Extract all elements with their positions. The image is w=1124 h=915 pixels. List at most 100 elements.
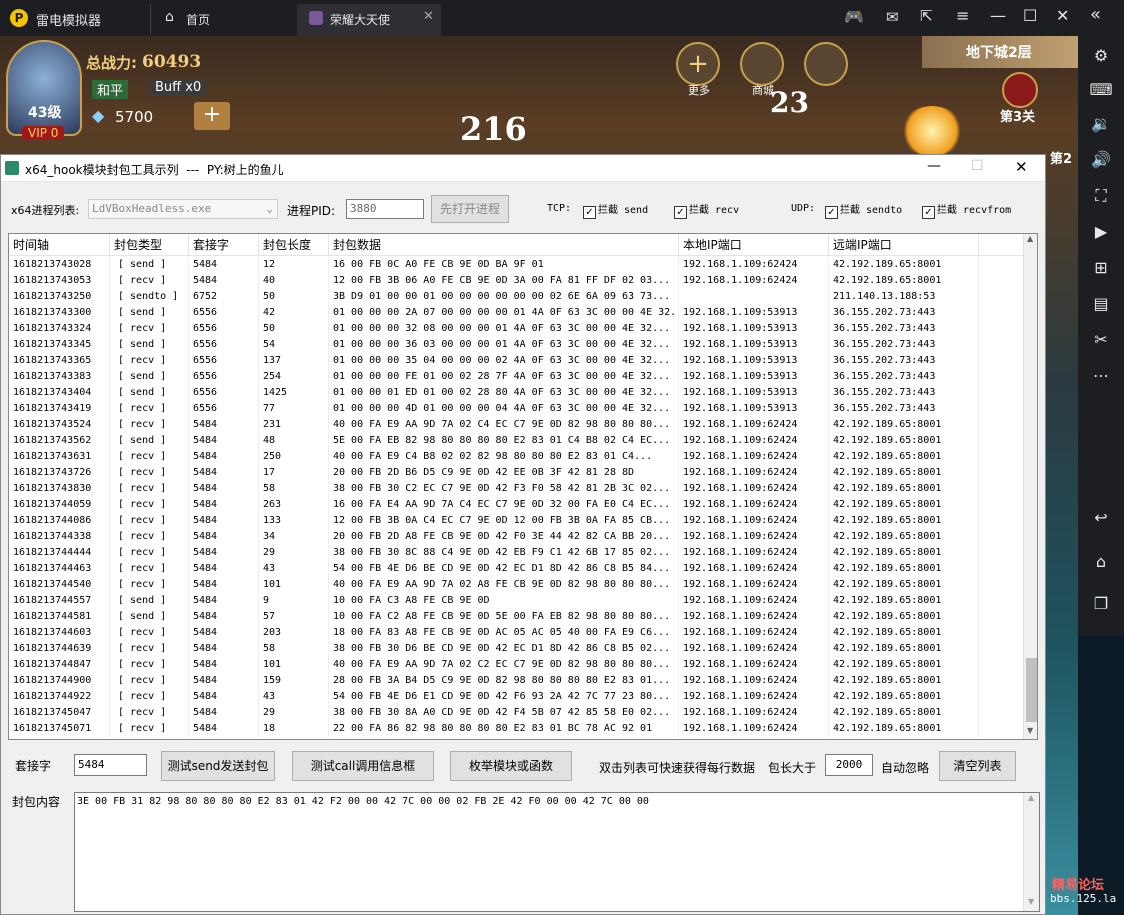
table-row[interactable]: 1618213744603[ recv ] 5484 203 18 00 FA 83 …	[9, 625, 1023, 641]
apk-icon[interactable]: ▤	[1089, 292, 1113, 316]
table-row[interactable]: 1618213745047[ recv ] 5484 29 38 00 FB 30 8…	[9, 705, 1023, 721]
intercept-sendto-checkbox[interactable]: ✓ 拦截 sendto	[825, 201, 902, 219]
table-row[interactable]: 1618213743524[ recv ] 5484 231 40 00 FA E9 …	[9, 417, 1023, 433]
more-options-icon[interactable]: ⋯	[1089, 364, 1113, 388]
table-row[interactable]: 1618213743419[ recv ] 6556 77 01 00 00 00 4…	[9, 401, 1023, 417]
send-packet-button[interactable]: 测试send发送封包	[161, 751, 275, 781]
menu-icon[interactable]: ≡	[956, 6, 969, 25]
table-row[interactable]: 1618213744581[ send ] 5484 57 10 00 FA C2 A…	[9, 609, 1023, 625]
table-row[interactable]: 1618213745071[ recv ] 5484 18 22 00 FA 86 8…	[9, 721, 1023, 737]
table-row[interactable]: 1618213744557[ send ] 5484 9 10 00 FA C3 A8…	[9, 593, 1023, 609]
scissors-icon[interactable]: ✂	[1089, 328, 1113, 352]
vip-badge[interactable]: VIP 0	[22, 126, 65, 140]
scroll-down-icon[interactable]: ▼	[1027, 726, 1033, 735]
call-msgbox-button[interactable]: 测试call调用信息框	[292, 751, 434, 781]
table-row[interactable]: 1618213744444[ recv ] 5484 29 38 00 FB 30 8…	[9, 545, 1023, 561]
back-icon[interactable]: ↩	[1089, 506, 1113, 530]
scroll-up-icon[interactable]: ▲	[1027, 234, 1033, 243]
gamepad-icon[interactable]: 🎮	[844, 7, 864, 26]
home-nav-icon[interactable]: ⌂	[1089, 550, 1113, 574]
add-app-icon[interactable]: ⊞	[1089, 256, 1113, 280]
tool-close-icon[interactable]: ✕	[1015, 158, 1028, 176]
peace-mode[interactable]: 和平	[92, 80, 129, 99]
table-row[interactable]: 1618213743383[ send ] 6556 254 01 00 00 00 …	[9, 369, 1023, 385]
fullscreen-icon[interactable]: ⛶	[1089, 184, 1113, 208]
buff-count[interactable]: Buff x0	[150, 80, 207, 95]
table-row[interactable]: 1618213744900[ recv ] 5484 159 28 00 FB 3A …	[9, 673, 1023, 689]
table-row[interactable]: 1618213744086[ recv ] 5484 133 12 00 FB 3B …	[9, 513, 1023, 529]
volume-down-icon[interactable]: 🔉	[1089, 112, 1113, 136]
table-row[interactable]: 1618213743726[ recv ] 5484 17 20 00 FB 2D B…	[9, 465, 1023, 481]
checkbox-send[interactable]: ✓	[583, 206, 596, 219]
tab-game[interactable]: 荣耀大天使 ✕	[297, 4, 441, 36]
table-row[interactable]: 1618213743250[ sendto ] 6752 50 3B D9 01 00…	[9, 289, 1023, 305]
checkbox-recvfrom[interactable]: ✓	[922, 206, 935, 219]
table-row[interactable]: 1618213743300[ send ] 6556 42 01 00 00 00 2…	[9, 305, 1023, 321]
column-header[interactable]: 远端IP端口	[829, 234, 979, 256]
clear-list-button[interactable]: 清空列表	[939, 751, 1016, 781]
table-row[interactable]: 1618213744540[ recv ] 5484 101 40 00 FA E9 …	[9, 577, 1023, 593]
shop-button[interactable]	[740, 42, 784, 86]
minimize-icon[interactable]: —	[990, 6, 1006, 25]
table-row[interactable]: 1618213743345[ send ] 6556 54 01 00 00 00 3…	[9, 337, 1023, 353]
column-header[interactable]: 封包长度	[259, 234, 329, 256]
table-row[interactable]: 1618213743562[ send ] 5484 48 5E 00 FA EB 8…	[9, 433, 1023, 449]
table-row[interactable]: 1618213744463[ recv ] 5484 43 54 00 FB 4E D…	[9, 561, 1023, 577]
table-row[interactable]: 1618213743324[ recv ] 6556 50 01 00 00 00 3…	[9, 321, 1023, 337]
table-row[interactable]: 1618213744338[ recv ] 5484 34 20 00 FB 2D A…	[9, 529, 1023, 545]
packet-content-textarea[interactable]: 3E 00 FB 31 82 98 80 80 80 80 E2 83 01 4…	[74, 792, 1040, 912]
helmet-button[interactable]	[804, 42, 848, 86]
add-diamond-button[interactable]: +	[194, 102, 230, 130]
table-row[interactable]: 1618213744639[ recv ] 5484 58 38 00 FB 30 D…	[9, 641, 1023, 657]
column-header[interactable]: 时间轴	[9, 234, 110, 256]
table-row[interactable]: 1618213743404[ send ] 6556 1425 01 00 00 01…	[9, 385, 1023, 401]
checkbox-recv[interactable]: ✓	[674, 206, 687, 219]
collapse-icon[interactable]: «	[1090, 4, 1101, 25]
intercept-recv-checkbox[interactable]: ✓ 拦截 recv	[674, 201, 739, 219]
table-row[interactable]: 1618213743365[ recv ] 6556 137 01 00 00 00 …	[9, 353, 1023, 369]
close-icon[interactable]: ✕	[1056, 6, 1069, 25]
column-header[interactable]: 封包数据	[329, 234, 679, 256]
record-icon[interactable]: ▶	[1089, 220, 1113, 244]
table-row[interactable]: 1618213744059[ recv ] 5484 263 16 00 FA E4 …	[9, 497, 1023, 513]
content-scrollbar[interactable]: ▲ ▼	[1023, 793, 1039, 911]
content-scroll-up-icon[interactable]: ▲	[1028, 793, 1034, 802]
glowing-chest[interactable]	[900, 106, 964, 156]
table-cell: [ recv ]	[110, 561, 189, 577]
column-header[interactable]: 套接字	[189, 234, 259, 256]
content-scroll-down-icon[interactable]: ▼	[1028, 897, 1034, 906]
settings-icon[interactable]: ⚙	[1089, 44, 1113, 68]
tool-minimize-icon[interactable]: —	[927, 158, 941, 174]
tab-close-icon[interactable]: ✕	[423, 9, 434, 24]
table-row[interactable]: 1618213743830[ recv ] 5484 58 38 00 FB 30 C…	[9, 481, 1023, 497]
table-row[interactable]: 1618213743631[ recv ] 5484 250 40 00 FA E9 …	[9, 449, 1023, 465]
open-process-button[interactable]: 先打开进程	[431, 195, 509, 223]
table-row[interactable]: 1618213744922[ recv ] 5484 43 54 00 FB 4E D…	[9, 689, 1023, 705]
process-select[interactable]: LdVBoxHeadless.exe ⌄	[88, 199, 278, 219]
length-filter-input[interactable]: 2000	[825, 754, 873, 776]
volume-up-icon[interactable]: 🔊	[1089, 148, 1113, 172]
enum-modules-button[interactable]: 枚举模块或函数	[450, 751, 572, 781]
socket-input[interactable]: 5484	[74, 754, 147, 776]
vertical-scrollbar[interactable]: ▲ ▼	[1023, 234, 1037, 739]
checkbox-sendto[interactable]: ✓	[825, 206, 838, 219]
mail-icon[interactable]: ✉	[886, 8, 899, 26]
scrollbar-thumb[interactable]	[1026, 658, 1037, 722]
packet-list[interactable]: 时间轴 封包类型 套接字 封包长度 封包数据 本地IP端口 远端IP端口 161…	[8, 233, 1038, 740]
more-button[interactable]: +	[676, 42, 720, 86]
stage-boss-icon[interactable]	[1002, 72, 1038, 108]
tool-maximize-icon[interactable]: ☐	[971, 158, 984, 174]
table-row[interactable]: 1618213744847[ recv ] 5484 101 40 00 FA E9 …	[9, 657, 1023, 673]
intercept-recvfrom-checkbox[interactable]: ✓ 拦截 recvfrom	[922, 201, 1011, 219]
table-row[interactable]: 1618213743053[ recv ] 5484 40 12 00 FB 3B 0…	[9, 273, 1023, 289]
keyboard-icon[interactable]: ⌨	[1089, 78, 1113, 102]
column-header[interactable]: 封包类型	[110, 234, 189, 256]
intercept-send-checkbox[interactable]: ✓ 拦截 send	[583, 201, 648, 219]
pid-input[interactable]: 3880	[346, 199, 424, 219]
share-icon[interactable]: ⇱	[920, 7, 933, 25]
tab-home[interactable]: ⌂ 首页	[150, 4, 296, 34]
table-row[interactable]: 1618213743028[ send ] 5484 12 16 00 FB 0C A…	[9, 257, 1023, 273]
recent-apps-icon[interactable]: ❐	[1089, 592, 1113, 616]
maximize-icon[interactable]: ☐	[1023, 6, 1037, 25]
column-header[interactable]: 本地IP端口	[679, 234, 829, 256]
